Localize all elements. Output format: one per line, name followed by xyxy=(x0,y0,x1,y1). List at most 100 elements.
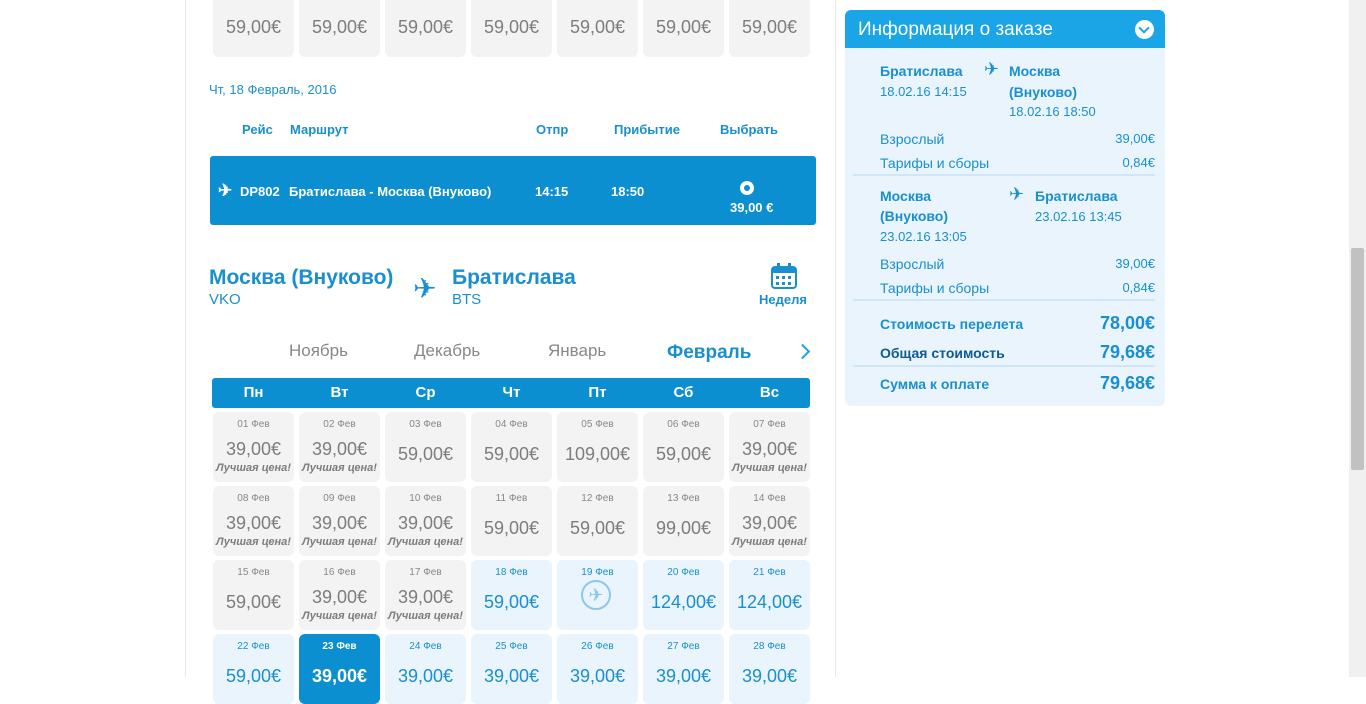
day-date: 11 Фев xyxy=(495,493,528,504)
day-date: 13 Фев xyxy=(667,493,700,504)
calendar-day-cell[interactable]: 21 Фев 124,00€ xyxy=(729,560,810,630)
day-price: 39,00€ xyxy=(311,513,368,533)
month-tab-february[interactable]: Февраль xyxy=(667,342,751,364)
best-price-label: Лучшая цена! xyxy=(216,462,291,474)
calendar-day-cell[interactable]: 12 Фев 59,00€ xyxy=(557,486,638,556)
selected-flight-row[interactable]: ✈ DP802 Братислава - Москва (Внуково) 14… xyxy=(210,156,816,225)
day-date: 09 Фев xyxy=(323,493,356,504)
day-price: 59,00€ xyxy=(569,518,626,538)
calendar-day-cell[interactable]: 05 Фев 109,00€ xyxy=(557,412,638,482)
month-tab-december[interactable]: Декабрь xyxy=(414,341,480,361)
calendar-day-cell[interactable]: 27 Фев 39,00€ xyxy=(643,634,724,704)
leg2-to-datetime: 23.02.16 13:45 xyxy=(1035,209,1122,224)
calendar-day-cell[interactable]: 59,00€ xyxy=(643,0,724,57)
chevron-down-icon[interactable] xyxy=(1135,20,1154,39)
calendar-day-cell[interactable]: 59,00€ xyxy=(471,0,552,57)
weekday-label: Вс xyxy=(759,384,780,401)
flight-cost-value: 78,00€ xyxy=(1099,313,1155,333)
day-price: 109,00€ xyxy=(564,444,631,464)
calendar-day-cell[interactable]: 24 Фев 39,00€ xyxy=(385,634,466,704)
day-price: 59,00€ xyxy=(397,17,454,37)
day-price: 59,00€ xyxy=(225,592,282,612)
calendar-day-cell[interactable]: 03 Фев 59,00€ xyxy=(385,412,466,482)
calendar-day-cell[interactable]: 18 Фев 59,00€ xyxy=(471,560,552,630)
calendar-day-cell[interactable]: 16 Фев 39,00€ Лучшая цена! xyxy=(299,560,380,630)
calendar-day-cell[interactable]: 15 Фев 59,00€ xyxy=(213,560,294,630)
flight-route: Братислава - Москва (Внуково) xyxy=(289,184,492,199)
plane-circle-icon: ✈ xyxy=(581,580,611,610)
calendar-day-selected[interactable]: 23 Фев 39,00€ xyxy=(299,634,380,704)
scrollbar-thumb[interactable] xyxy=(1351,248,1364,470)
calendar-day-cell[interactable]: 26 Фев 39,00€ xyxy=(557,634,638,704)
plane-icon: ✈ xyxy=(413,273,437,304)
weekday-header: Пн Вт Ср Чт Пт Сб Вс xyxy=(212,378,810,408)
weekday-label: Чт xyxy=(502,384,521,401)
flight-radio[interactable] xyxy=(740,181,754,195)
calendar-day-cell[interactable]: 06 Фев 59,00€ xyxy=(643,412,724,482)
calendar-day-cell[interactable]: 25 Фев 39,00€ xyxy=(471,634,552,704)
calendar-day-cell[interactable]: 59,00€ xyxy=(385,0,466,57)
day-date: 27 Фев xyxy=(667,641,700,652)
day-date: 15 Фев xyxy=(237,567,270,578)
calendar-day-cell[interactable]: 11 Фев 59,00€ xyxy=(471,486,552,556)
day-price: 39,00€ xyxy=(397,513,454,533)
amount-due-value: 79,68€ xyxy=(1099,373,1155,393)
best-price-label: Лучшая цена! xyxy=(302,462,377,474)
day-date: 12 Фев xyxy=(581,493,614,504)
total-cost-value: 79,68€ xyxy=(1099,342,1155,362)
calendar-day-cell[interactable]: 17 Фев 39,00€ Лучшая цена! xyxy=(385,560,466,630)
return-from-code: VKO xyxy=(209,291,241,308)
calendar-day-cell[interactable]: 59,00€ xyxy=(729,0,810,57)
col-departure: Отпр xyxy=(536,122,569,137)
week-label: Неделя xyxy=(759,292,807,307)
calendar-day-cell[interactable]: 07 Фев 39,00€ Лучшая цена! xyxy=(729,412,810,482)
calendar-day-cell[interactable]: 59,00€ xyxy=(299,0,380,57)
week-view-button[interactable]: Неделя xyxy=(758,262,812,310)
calendar-day-cell[interactable]: 59,00€ xyxy=(213,0,294,57)
day-date: 28 Фев xyxy=(753,641,786,652)
best-price-label: Лучшая цена! xyxy=(302,536,377,548)
best-price-label: Лучшая цена! xyxy=(216,536,291,548)
calendar-day-cell[interactable]: 14 Фев 39,00€ Лучшая цена! xyxy=(729,486,810,556)
calendar-day-cell[interactable]: 02 Фев 39,00€ Лучшая цена! xyxy=(299,412,380,482)
leg1-from-datetime: 18.02.16 14:15 xyxy=(880,84,967,99)
calendar-day-cell[interactable]: 22 Фев 59,00€ xyxy=(213,634,294,704)
calendar-day-cell[interactable]: 20 Фев 124,00€ xyxy=(643,560,724,630)
weekday-label: Сб xyxy=(673,384,694,401)
calendar-day-cell[interactable]: 01 Фев 39,00€ Лучшая цена! xyxy=(213,412,294,482)
calendar-day-cell[interactable]: 19 Фев ✈ xyxy=(557,560,638,630)
day-date: 21 Фев xyxy=(753,567,786,578)
day-date: 16 Фев xyxy=(323,567,356,578)
day-date: 14 Фев xyxy=(753,493,786,504)
calendar-day-cell[interactable]: 28 Фев 39,00€ xyxy=(729,634,810,704)
flight-price: 39,00 € xyxy=(730,200,774,215)
day-price: 39,00€ xyxy=(225,439,282,459)
divider xyxy=(853,299,1155,301)
day-date: 10 Фев xyxy=(409,493,442,504)
calendar-day-cell[interactable]: 08 Фев 39,00€ Лучшая цена! xyxy=(213,486,294,556)
amount-due-label: Сумма к оплате xyxy=(880,376,990,392)
leg2-to: Братислава xyxy=(1035,188,1118,204)
calendar-day-cell[interactable]: 04 Фев 59,00€ xyxy=(471,412,552,482)
order-info-header[interactable]: Информация о заказе xyxy=(845,10,1165,48)
divider xyxy=(853,174,1155,176)
calendar-day-cell[interactable]: 10 Фев 39,00€ Лучшая цена! xyxy=(385,486,466,556)
weekday-label: Пн xyxy=(243,384,264,401)
month-tab-november[interactable]: Ноябрь xyxy=(289,341,348,361)
calendar-day-cell[interactable]: 09 Фев 39,00€ Лучшая цена! xyxy=(299,486,380,556)
leg2-adult-label: Взрослый xyxy=(880,256,945,272)
return-from-city: Москва (Внуково) xyxy=(209,266,394,289)
calendar-day-cell[interactable]: 59,00€ xyxy=(557,0,638,57)
col-route: Маршрут xyxy=(290,122,349,137)
day-price: 59,00€ xyxy=(483,592,540,612)
calendar-day-cell[interactable]: 13 Фев 99,00€ xyxy=(643,486,724,556)
day-date: 17 Фев xyxy=(409,567,442,578)
day-price: 59,00€ xyxy=(655,17,712,37)
day-price: 99,00€ xyxy=(655,518,712,538)
month-tab-january[interactable]: Январь xyxy=(548,341,606,361)
col-select: Выбрать xyxy=(720,122,779,137)
weekday-label: Ср xyxy=(415,384,436,401)
day-date: 07 Фев xyxy=(753,419,786,430)
best-price-label: Лучшая цена! xyxy=(732,462,807,474)
flight-number: DP802 xyxy=(240,184,280,199)
